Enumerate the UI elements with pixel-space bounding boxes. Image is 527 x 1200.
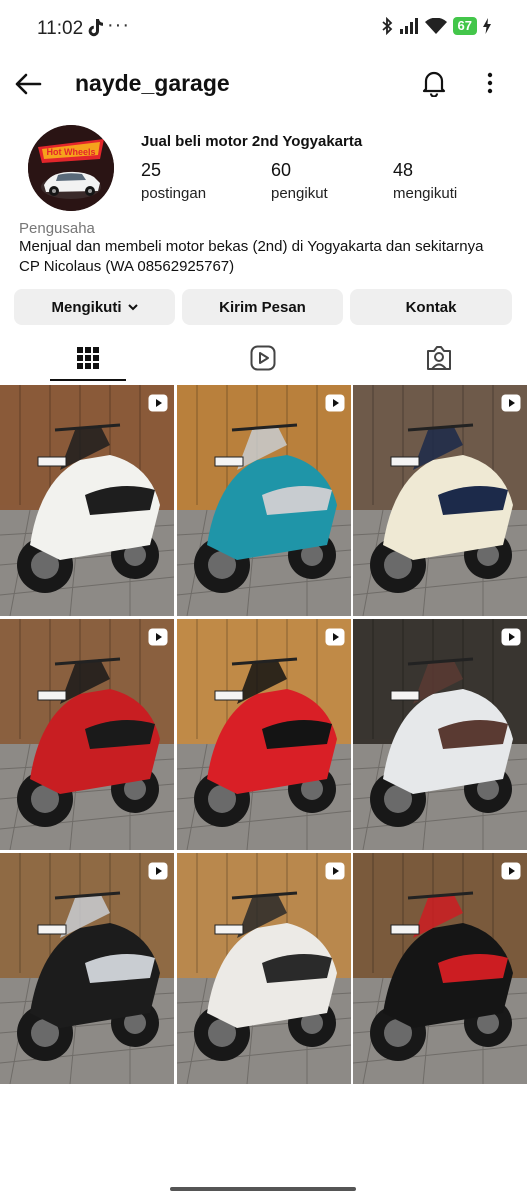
notifications-button[interactable] — [418, 66, 450, 100]
reel-badge-icon — [325, 862, 345, 880]
reel-badge-icon — [148, 862, 168, 880]
profile-display-name: Jual beli motor 2nd Yogyakarta — [141, 133, 363, 150]
send-message-label: Kirim Pesan — [219, 298, 306, 316]
motorcycle-photo — [0, 385, 174, 616]
stat-followers-count: 60 — [271, 160, 292, 180]
stat-following-count: 48 — [393, 160, 414, 180]
following-button-label: Mengikuti — [51, 298, 122, 316]
tab-reels[interactable] — [225, 335, 301, 381]
motorcycle-photo — [353, 385, 527, 616]
tab-tagged[interactable] — [401, 335, 477, 381]
reels-icon — [250, 345, 276, 371]
motorcycle-photo — [177, 385, 351, 616]
motorcycle-photo — [177, 853, 351, 1084]
tagged-icon — [427, 346, 451, 370]
reel-badge-icon — [325, 628, 345, 646]
profile-avatar[interactable]: Hot Wheels — [28, 125, 114, 211]
status-icons: 67 — [381, 17, 491, 35]
bell-icon — [422, 71, 446, 97]
stat-following-label: mengikuti — [393, 185, 458, 202]
logo-text: Hot Wheels — [46, 147, 95, 157]
reel-badge-icon — [148, 628, 168, 646]
following-button[interactable]: Mengikuti — [14, 289, 175, 325]
post-thumbnail[interactable] — [0, 619, 174, 850]
active-tab-indicator — [50, 379, 126, 381]
bio-line: Menjual dan membeli motor bekas (2nd) di… — [19, 238, 484, 255]
top-app-bar: nayde_garage — [0, 58, 527, 108]
charging-icon — [483, 18, 491, 34]
post-thumbnail[interactable] — [353, 619, 527, 850]
profile-category: Pengusaha — [19, 220, 95, 237]
post-thumbnail[interactable] — [177, 853, 351, 1084]
tiktok-icon — [88, 19, 103, 37]
profile-username: nayde_garage — [75, 70, 230, 96]
stat-following[interactable]: 48 mengikuti — [393, 160, 457, 202]
more-vertical-icon — [487, 72, 493, 94]
motorcycle-photo — [353, 619, 527, 850]
posts-grid — [0, 385, 527, 1085]
reel-badge-icon — [501, 394, 521, 412]
bluetooth-icon — [381, 17, 392, 35]
wifi-icon — [424, 18, 447, 34]
reel-badge-icon — [325, 394, 345, 412]
post-thumbnail[interactable] — [0, 853, 174, 1084]
stat-posts-label: postingan — [141, 185, 207, 202]
back-button[interactable] — [12, 68, 44, 100]
signal-icon — [399, 18, 418, 34]
post-thumbnail[interactable] — [353, 853, 527, 1084]
post-thumbnail[interactable] — [0, 385, 174, 616]
post-thumbnail[interactable] — [177, 385, 351, 616]
motorcycle-photo — [0, 853, 174, 1084]
contact-label: Kontak — [405, 298, 457, 316]
bio-line-contact[interactable]: CP Nicolaus (WA 08562925767) — [19, 258, 234, 275]
chevron-down-icon — [127, 303, 138, 310]
stat-posts[interactable]: 25 postingan — [141, 160, 206, 202]
stat-followers-label: pengikut — [271, 185, 328, 202]
notification-dots: ··· — [107, 14, 130, 36]
motorcycle-photo — [177, 619, 351, 850]
profile-tabs — [0, 335, 527, 383]
battery-indicator: 67 — [452, 17, 477, 35]
battery-level: 67 — [457, 18, 472, 33]
stat-followers[interactable]: 60 pengikut — [271, 160, 328, 202]
back-arrow-icon — [15, 73, 42, 95]
post-thumbnail[interactable] — [177, 619, 351, 850]
more-options-button[interactable] — [477, 66, 503, 100]
hot-wheels-logo: Hot Wheels — [28, 125, 114, 211]
reel-badge-icon — [501, 628, 521, 646]
motorcycle-photo — [0, 619, 174, 850]
grid-icon — [77, 347, 99, 369]
stat-posts-count: 25 — [141, 160, 162, 180]
home-indicator[interactable] — [170, 1187, 356, 1191]
status-bar: 11:02 ··· 67 — [0, 0, 527, 58]
post-thumbnail[interactable] — [353, 385, 527, 616]
send-message-button[interactable]: Kirim Pesan — [182, 289, 343, 325]
reel-badge-icon — [501, 862, 521, 880]
contact-button[interactable]: Kontak — [350, 289, 512, 325]
status-time: 11:02 — [37, 18, 84, 39]
motorcycle-photo — [353, 853, 527, 1084]
tab-posts-grid[interactable] — [50, 335, 126, 381]
reel-badge-icon — [148, 394, 168, 412]
